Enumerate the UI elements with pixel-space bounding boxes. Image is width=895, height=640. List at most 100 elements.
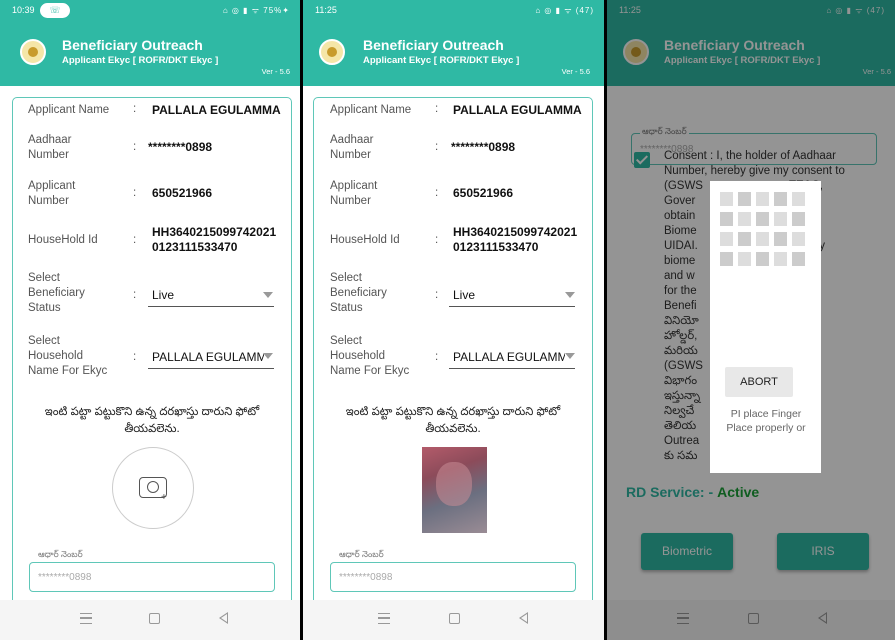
- fingerprint-grid-cell: [720, 192, 733, 206]
- fingerprint-grid-cell: [738, 232, 751, 246]
- colon: :: [435, 141, 439, 153]
- app-title: Beneficiary Outreach: [62, 37, 203, 53]
- fingerprint-grid-cell: [738, 192, 751, 206]
- abort-button[interactable]: ABORT: [725, 367, 793, 397]
- label-line: Name For Ekyc: [330, 365, 410, 377]
- app-bar: Beneficiary Outreach Applicant Ekyc [ RO…: [303, 22, 604, 86]
- menu-icon[interactable]: [378, 613, 390, 624]
- applicant-number-label: Applicant Number: [28, 179, 75, 209]
- system-nav-bar: [303, 600, 604, 640]
- aadhaar-number-value: ********0898: [451, 140, 516, 154]
- status-icons: ⌂ ◎ ▮ ᯤ (47): [535, 6, 594, 15]
- household-id-value: HH3640215099742021 0123111533470: [152, 225, 276, 255]
- colon: :: [435, 351, 439, 363]
- phone-icon[interactable]: ☏: [40, 3, 70, 18]
- fingerprint-grid-cell: [756, 192, 769, 206]
- phone-screen-2: 11:25 ⌂ ◎ ▮ ᯤ (47) Beneficiary Outreach …: [303, 0, 604, 640]
- household-name-label: Select Household Name For Ekyc: [28, 334, 107, 379]
- instruction-line: తీయవలెను.: [124, 423, 180, 435]
- label-line: Select: [28, 272, 60, 284]
- status-time: 10:39: [12, 5, 35, 15]
- aadhaar-input[interactable]: ********0898: [330, 562, 576, 592]
- value-line: 0123111533470: [152, 240, 238, 254]
- home-icon[interactable]: [449, 613, 460, 624]
- dropdown-underline: [148, 306, 274, 307]
- chevron-down-icon[interactable]: [565, 292, 575, 298]
- value-line: HH3640215099742021: [453, 225, 578, 239]
- app-subtitle: Applicant Ekyc [ ROFR/DKT Ekyc ]: [62, 55, 219, 66]
- household-name-label: Select Household Name For Ekyc: [330, 334, 409, 379]
- colon: :: [133, 141, 137, 153]
- value-line: 0123111533470: [453, 240, 539, 254]
- menu-icon[interactable]: [80, 613, 92, 624]
- label-line: Status: [28, 302, 61, 314]
- label-line: Aadhaar: [28, 134, 72, 146]
- back-icon[interactable]: [219, 612, 228, 624]
- fingerprint-grid-cell: [792, 212, 805, 226]
- colon: :: [435, 103, 439, 115]
- aadhaar-input[interactable]: ********0898: [29, 562, 275, 592]
- camera-lens: [147, 481, 159, 493]
- fingerprint-grid-cell: [774, 212, 787, 226]
- chevron-down-icon[interactable]: [565, 353, 575, 359]
- fingerprint-grid-cell: [774, 232, 787, 246]
- screenshot-collage: 10:39 ☏ ⌂ ◎ ▮ ᯤ 75%✦ Beneficiary Outreac…: [0, 0, 895, 640]
- fingerprint-grid-cell: [756, 212, 769, 226]
- applicant-number-value: 650521966: [152, 186, 213, 200]
- instruction-line: ఇంటి పట్టా పట్టుకొని ఉన్న దరఖాస్తు దారున…: [44, 406, 260, 418]
- message-line: PI place Finger: [730, 408, 802, 420]
- colon: :: [133, 289, 137, 301]
- colon: :: [435, 289, 439, 301]
- phone-screen-1: 10:39 ☏ ⌂ ◎ ▮ ᯤ 75%✦ Beneficiary Outreac…: [0, 0, 300, 640]
- captured-applicant-photo[interactable]: [422, 447, 487, 533]
- message-line: Place properly or: [726, 422, 806, 434]
- app-subtitle: Applicant Ekyc [ ROFR/DKT Ekyc ]: [363, 55, 520, 66]
- label-line: Aadhaar: [330, 134, 374, 146]
- colon: :: [133, 234, 137, 246]
- photo-instruction: ఇంటి పట్టా పట్టుకొని ఉన్న దరఖాస్తు దారున…: [22, 404, 282, 438]
- applicant-name-label: Applicant Name: [330, 104, 412, 116]
- household-id-label: HouseHold Id: [28, 234, 98, 246]
- government-emblem-icon: [319, 39, 345, 65]
- chevron-down-icon[interactable]: [263, 292, 273, 298]
- dropdown-underline: [449, 306, 575, 307]
- label-line: Select: [28, 335, 60, 347]
- applicant-number-value: 650521966: [453, 186, 514, 200]
- label-line: Beneficiary: [330, 287, 387, 299]
- chevron-down-icon[interactable]: [263, 353, 273, 359]
- status-bar: 10:39 ☏ ⌂ ◎ ▮ ᯤ 75%✦: [0, 0, 300, 22]
- label-line: Number: [28, 149, 69, 161]
- home-icon[interactable]: [149, 613, 160, 624]
- label-line: Number: [330, 195, 371, 207]
- capture-photo-button[interactable]: +: [112, 447, 194, 529]
- label-line: Beneficiary: [28, 287, 85, 299]
- instruction-line: ఇంటి పట్టా పట్టుకొని ఉన్న దరఖాస్తు దారున…: [345, 406, 561, 418]
- beneficiary-status-label: Select Beneficiary Status: [28, 271, 85, 316]
- fingerprint-grid-cell: [756, 232, 769, 246]
- system-nav-bar: [0, 600, 300, 640]
- applicant-number-label: Applicant Number: [330, 179, 377, 209]
- back-icon[interactable]: [519, 612, 528, 624]
- fingerprint-grid-cell: [792, 232, 805, 246]
- household-name-dropdown[interactable]: PALLALA EGULAMMA: [453, 350, 565, 365]
- beneficiary-status-dropdown[interactable]: Live: [152, 288, 174, 303]
- label-line: Number: [330, 149, 371, 161]
- colon: :: [133, 187, 137, 199]
- household-id-value: HH3640215099742021 0123111533470: [453, 225, 577, 255]
- status-bar: 11:25 ⌂ ◎ ▮ ᯤ (47): [303, 0, 604, 22]
- household-name-dropdown[interactable]: PALLALA EGULAMMA: [152, 350, 264, 365]
- app-bar: Beneficiary Outreach Applicant Ekyc [ RO…: [0, 22, 300, 86]
- label-line: Number: [28, 195, 69, 207]
- fingerprint-grid-cell: [756, 252, 769, 266]
- applicant-name-value: PALLALA EGULAMMA: [152, 103, 281, 117]
- beneficiary-status-dropdown[interactable]: Live: [453, 288, 475, 303]
- phone-screen-3: 11:25 ⌂ ◎ ▮ ᯤ (47) Beneficiary Outreach …: [607, 0, 895, 640]
- version-label: Ver - 5.6: [261, 67, 290, 76]
- fingerprint-grid-cell: [738, 212, 751, 226]
- colon: :: [133, 351, 137, 363]
- aadhaar-number-value: ********0898: [148, 140, 213, 154]
- government-emblem-icon: [20, 39, 46, 65]
- label-line: Select: [330, 272, 362, 284]
- applicant-name-value: PALLALA EGULAMMA: [453, 103, 582, 117]
- finger-placement-message: PI place Finger Place properly or: [714, 407, 818, 435]
